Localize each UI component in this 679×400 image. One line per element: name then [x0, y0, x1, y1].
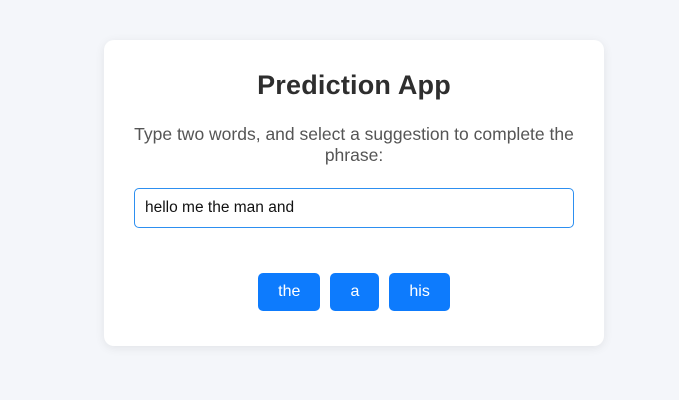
suggestion-button-his[interactable]: his: [389, 273, 450, 311]
suggestion-button-a[interactable]: a: [330, 273, 380, 311]
suggestion-list: the a his: [104, 273, 604, 311]
phrase-input[interactable]: [134, 188, 574, 228]
prediction-card: Prediction App Type two words, and selec…: [104, 40, 604, 346]
instructions-text: Type two words, and select a suggestion …: [134, 124, 574, 165]
page-title: Prediction App: [257, 70, 451, 100]
suggestion-button-the[interactable]: the: [258, 273, 321, 311]
phrase-input-wrapper: [134, 188, 574, 228]
